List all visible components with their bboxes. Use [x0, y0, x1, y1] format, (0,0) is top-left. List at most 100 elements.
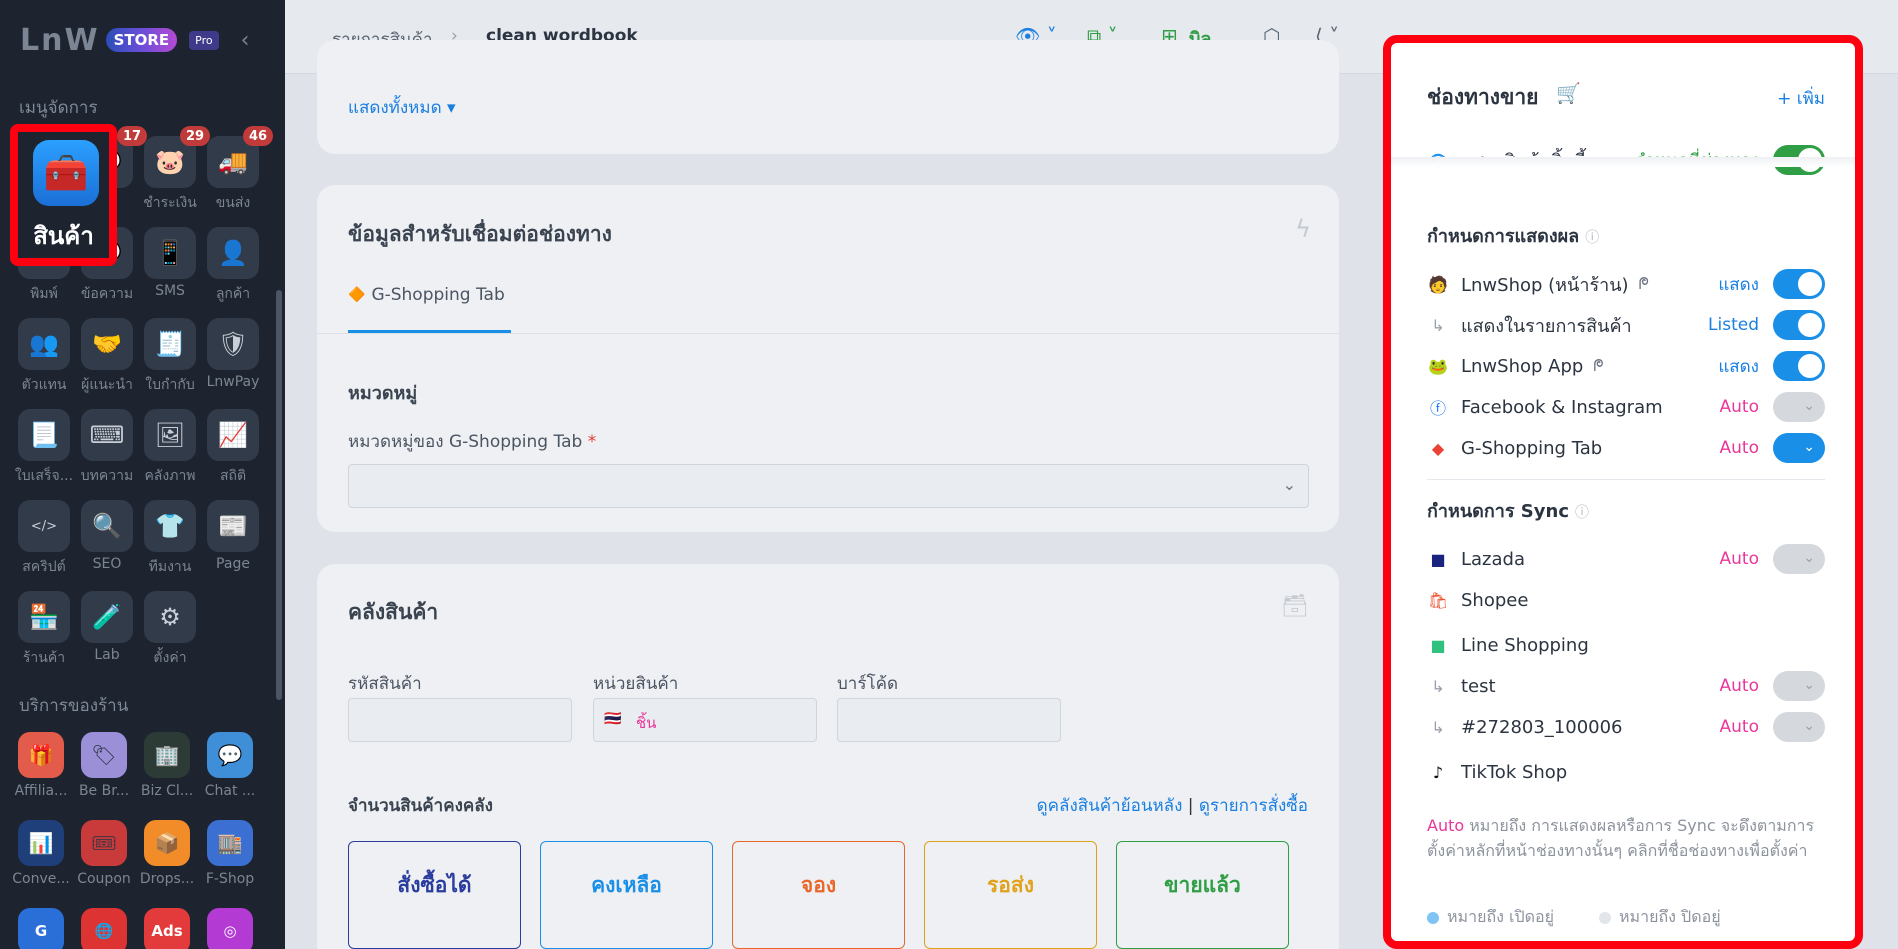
channel-name[interactable]: LnwShop App [1461, 356, 1583, 377]
sidebar-item-agent[interactable]: 👥 [18, 318, 70, 370]
lnwpay-icon: 🛡 [217, 330, 249, 358]
channel-name[interactable]: test [1461, 676, 1496, 697]
sidebar-item-team[interactable]: 👕 [144, 500, 196, 552]
be-brand-icon: 🏷 [91, 743, 117, 767]
channel-toggle[interactable]: ⌄ [1773, 392, 1825, 422]
channel-status: Auto [1719, 676, 1759, 696]
channel-toggle[interactable]: ⌄ [1773, 712, 1825, 742]
service-chat[interactable]: 💬 [207, 732, 253, 778]
sidebar-item-products-highlight[interactable]: 🧰 สินค้า [10, 124, 117, 266]
sms-icon: 📱 [155, 239, 185, 267]
channel-name[interactable]: #272803_100006 [1461, 717, 1623, 738]
channel-toggle[interactable]: ⌄ [1773, 671, 1825, 701]
channel-row[interactable]: ♪ TikTok Shop [1427, 756, 1825, 788]
channel-row[interactable]: 🛍 Shopee [1427, 584, 1825, 616]
service-affiliate[interactable]: 🎁 [18, 732, 64, 778]
sidebar-item-gallery[interactable]: 🖼 [144, 409, 196, 461]
sidebar-item-stats[interactable]: 📈 [207, 409, 259, 461]
stock-history-link[interactable]: ดูคลังสินค้าย้อนหลัง [1037, 796, 1183, 816]
top-card: แสดงทั้งหมด ▾ [317, 40, 1339, 154]
chat-icon: 💬 [217, 743, 243, 767]
sidebar-item-lnwpay[interactable]: 🛡 [207, 318, 259, 370]
receipt-icon: 📃 [29, 421, 59, 449]
service-conversion[interactable]: 📊 [18, 820, 64, 866]
barcode-input[interactable] [837, 698, 1061, 742]
sync-heading-text: กำหนดการ Sync [1427, 501, 1569, 522]
sidebar-item-customer[interactable]: 👤 [207, 227, 259, 279]
service-ads[interactable]: Ads [144, 908, 190, 949]
channel-name[interactable]: Line Shopping [1461, 635, 1589, 656]
channel-row[interactable]: ↳ #272803_100006 Auto ⌄ [1427, 711, 1825, 743]
channel-toggle[interactable] [1773, 351, 1825, 381]
service-be-brand[interactable]: 🏷 [81, 732, 127, 778]
channel-row[interactable]: 🐸 LnwShop App ᖘ แสดง [1427, 350, 1825, 382]
channel-status: แสดง [1718, 274, 1759, 295]
sidebar-scrollbar[interactable] [276, 290, 282, 700]
affiliate-icon: 🎁 [28, 743, 54, 767]
service-label: Biz Cl... [140, 783, 194, 799]
channel-row[interactable]: ⓕ Facebook & Instagram Auto ⌄ [1427, 391, 1825, 423]
channel-name[interactable]: LnwShop (หน้าร้าน) [1461, 270, 1629, 299]
add-channel-button[interactable]: + เพิ่ม [1777, 85, 1825, 112]
channel-toggle[interactable]: ⌄ [1773, 544, 1825, 574]
facebook-icon: ⓕ [1429, 399, 1446, 418]
service-flags[interactable]: 🌐 [81, 908, 127, 949]
sidebar-item-label: คลังภาพ [144, 468, 196, 484]
legend-off-text: หมายถึง ปิดอยู่ [1619, 907, 1721, 926]
sidebar-item-referrer[interactable]: 🤝 [81, 318, 133, 370]
channel-name[interactable]: Shopee [1461, 590, 1528, 611]
menu-heading: เมนูจัดการ [19, 98, 98, 118]
channel-row[interactable]: ■ Lazada Auto ⌄ [1427, 543, 1825, 575]
info-icon[interactable]: ⓘ [1585, 230, 1599, 246]
notification-badge: 46 [243, 126, 274, 146]
service-google[interactable]: G [18, 908, 64, 949]
channel-toggle[interactable] [1773, 310, 1825, 340]
service-coupon[interactable]: 🎟 [81, 820, 127, 866]
sidebar-item-seo[interactable]: 🔍 [81, 500, 133, 552]
brand[interactable]: LnW STORE Pro ‹ [20, 22, 249, 58]
channel-row[interactable]: ◆ G-Shopping Tab Auto ⌄ [1427, 432, 1825, 464]
tab-g-shopping[interactable]: 🔶 G-Shopping Tab [348, 285, 505, 305]
sidebar-item-settings[interactable]: ⚙ [144, 591, 196, 643]
collapse-sidebar-icon[interactable]: ‹ [241, 28, 250, 53]
channel-row[interactable]: ↳ แสดงในรายการสินค้า Listed [1427, 309, 1825, 341]
show-all-link[interactable]: แสดงทั้งหมด ▾ [348, 94, 456, 121]
category-select[interactable]: ⌄ [348, 464, 1309, 508]
unit-input[interactable]: 🇹🇭 ชิ้น [593, 698, 817, 742]
order-list-link[interactable]: ดูรายการสั่งซื้อ [1199, 796, 1308, 816]
sidebar-item-sms[interactable]: 📱 [144, 227, 196, 279]
service-label: F-Shop [205, 871, 255, 887]
channel-name[interactable]: TikTok Shop [1461, 762, 1567, 783]
sidebar-item-label: สถิติ [219, 468, 247, 484]
service-f-shop[interactable]: 🏬 [207, 820, 253, 866]
service-instagram[interactable]: ◎ [207, 908, 253, 949]
info-icon[interactable]: ⓘ [1575, 505, 1589, 521]
tab-divider [317, 333, 1339, 334]
service-biz-class[interactable]: 🏢 [144, 732, 190, 778]
channel-toggle[interactable]: ⌄ [1773, 433, 1825, 463]
channel-name[interactable]: Facebook & Instagram [1461, 397, 1663, 418]
channel-name[interactable]: Lazada [1461, 549, 1525, 570]
sidebar-item-lab[interactable]: 🧪 [81, 591, 133, 643]
stat-orderable: สั่งซื้อได้ [348, 841, 521, 949]
sidebar-item-receipt[interactable]: 📃 [18, 409, 70, 461]
sidebar-item-article[interactable]: ⌨ [81, 409, 133, 461]
channel-name[interactable]: แสดงในรายการสินค้า [1461, 311, 1632, 340]
sidebar-item-page[interactable]: 📰 [207, 500, 259, 552]
channel-row[interactable]: ■ Line Shopping [1427, 629, 1825, 661]
gallery-icon: 🖼 [154, 421, 186, 449]
chevron-down-icon: ⌄ [1282, 475, 1296, 494]
sidebar-item-script[interactable]: </> [18, 500, 70, 552]
channel-row[interactable]: ↳ test Auto ⌄ [1427, 670, 1825, 702]
payment-icon: 🐷 [155, 148, 185, 176]
lightning-icon: ϟ [1295, 215, 1311, 243]
sku-input[interactable] [348, 698, 572, 742]
settings-icon: ⚙ [159, 603, 181, 631]
channel-row[interactable]: 🧑 LnwShop (หน้าร้าน) ᖘ แสดง [1427, 268, 1825, 300]
channel-toggle[interactable] [1773, 269, 1825, 299]
channel-name[interactable]: G-Shopping Tab [1461, 438, 1602, 459]
required-mark: * [587, 432, 597, 452]
sidebar-item-shop[interactable]: 🏪 [18, 591, 70, 643]
sidebar-item-invoice[interactable]: 🧾 [144, 318, 196, 370]
service-dropship[interactable]: 📦 [144, 820, 190, 866]
